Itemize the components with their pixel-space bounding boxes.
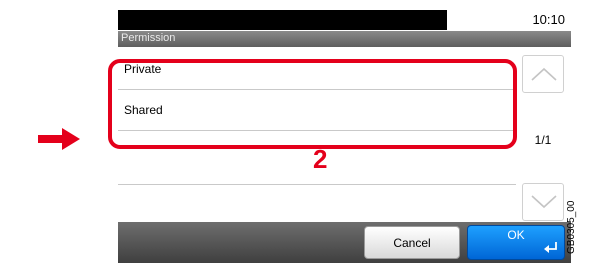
clock: 10:10 bbox=[532, 12, 565, 27]
enter-icon bbox=[544, 242, 557, 253]
ok-button[interactable]: OK bbox=[467, 225, 565, 260]
figure-code: GB0305_00 bbox=[566, 200, 577, 254]
cancel-button-label: Cancel bbox=[393, 236, 431, 250]
message-area bbox=[118, 10, 447, 30]
chevron-down-icon bbox=[531, 195, 557, 209]
list-item-empty-2[interactable] bbox=[118, 186, 516, 226]
chevron-up-icon bbox=[531, 67, 557, 81]
status-bar: 10:10 bbox=[118, 10, 571, 30]
right-arrow-icon bbox=[38, 128, 80, 150]
cancel-button[interactable]: Cancel bbox=[364, 226, 460, 259]
page-indicator: 1/1 bbox=[534, 133, 552, 147]
device-panel: 10:10 Permission Private Shared 1/1 2 Ca… bbox=[108, 10, 571, 263]
screen-title: Permission bbox=[121, 32, 176, 44]
scroll-controls: 1/1 bbox=[522, 55, 564, 229]
ok-button-label: OK bbox=[507, 228, 525, 242]
bottom-bar: Cancel OK bbox=[118, 222, 571, 263]
list-item-label: Shared bbox=[124, 103, 163, 117]
scroll-up-button[interactable] bbox=[522, 55, 564, 93]
list-item-shared[interactable]: Shared bbox=[118, 91, 516, 131]
permission-list: Private Shared bbox=[118, 50, 516, 231]
list-item-label: Private bbox=[124, 62, 162, 76]
list-item-private[interactable]: Private bbox=[118, 50, 516, 90]
scroll-down-button[interactable] bbox=[522, 183, 564, 221]
step-number: 2 bbox=[313, 144, 328, 174]
screen-title-bar: Permission bbox=[118, 31, 571, 47]
